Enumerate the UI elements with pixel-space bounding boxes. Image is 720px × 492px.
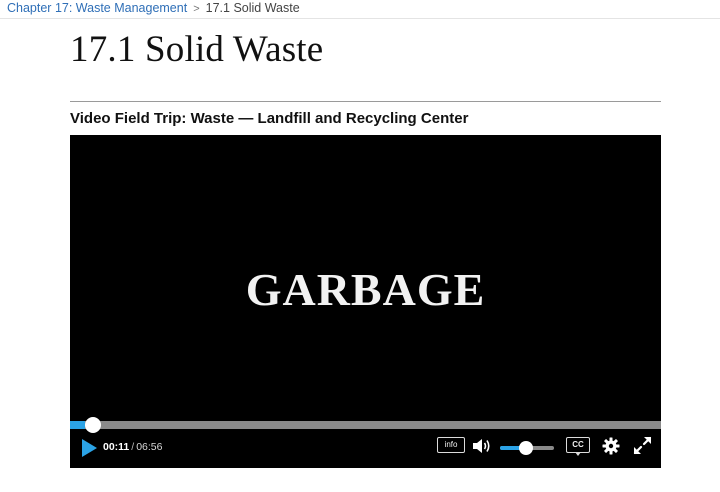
fullscreen-icon (633, 436, 652, 455)
volume-icon (473, 439, 490, 453)
page: Chapter 17: Waste Management >17.1 Solid … (0, 0, 720, 492)
volume-button[interactable] (472, 437, 492, 455)
breadcrumb-separator: > (193, 3, 200, 15)
time-total: 06:56 (136, 441, 163, 453)
volume-slider[interactable] (500, 441, 554, 455)
time-current: 00:11 (103, 441, 130, 453)
time-display: 00:11/06:56 (103, 441, 162, 453)
time-separator: / (131, 441, 135, 453)
video-frame-title: GARBAGE (245, 264, 486, 315)
settings-gear-icon (602, 437, 620, 455)
title-divider (70, 101, 661, 102)
closed-captions-button[interactable]: CC (566, 437, 590, 456)
cc-label: CC (572, 440, 584, 449)
play-icon (82, 439, 97, 457)
video-player[interactable]: GARBAGE 00:11/06:56 info CC (70, 135, 661, 468)
page-title: 17.1 Solid Waste (70, 29, 324, 70)
breadcrumb-chapter-link[interactable]: Chapter 17: Waste Management (7, 1, 187, 15)
cc-bubble-tail (575, 452, 581, 456)
progress-fill (70, 421, 86, 429)
fullscreen-button[interactable] (633, 436, 652, 455)
progress-bar[interactable] (70, 417, 661, 433)
breadcrumb-current: 17.1 Solid Waste (205, 1, 300, 15)
play-button[interactable] (81, 439, 98, 457)
video-heading: Video Field Trip: Waste — Landfill and R… (70, 110, 469, 127)
volume-handle[interactable] (518, 441, 533, 455)
info-button[interactable]: info (437, 437, 465, 453)
settings-button[interactable] (602, 437, 620, 455)
control-bar: 00:11/06:56 info CC (70, 431, 661, 468)
breadcrumb: Chapter 17: Waste Management >17.1 Solid … (0, 0, 720, 19)
